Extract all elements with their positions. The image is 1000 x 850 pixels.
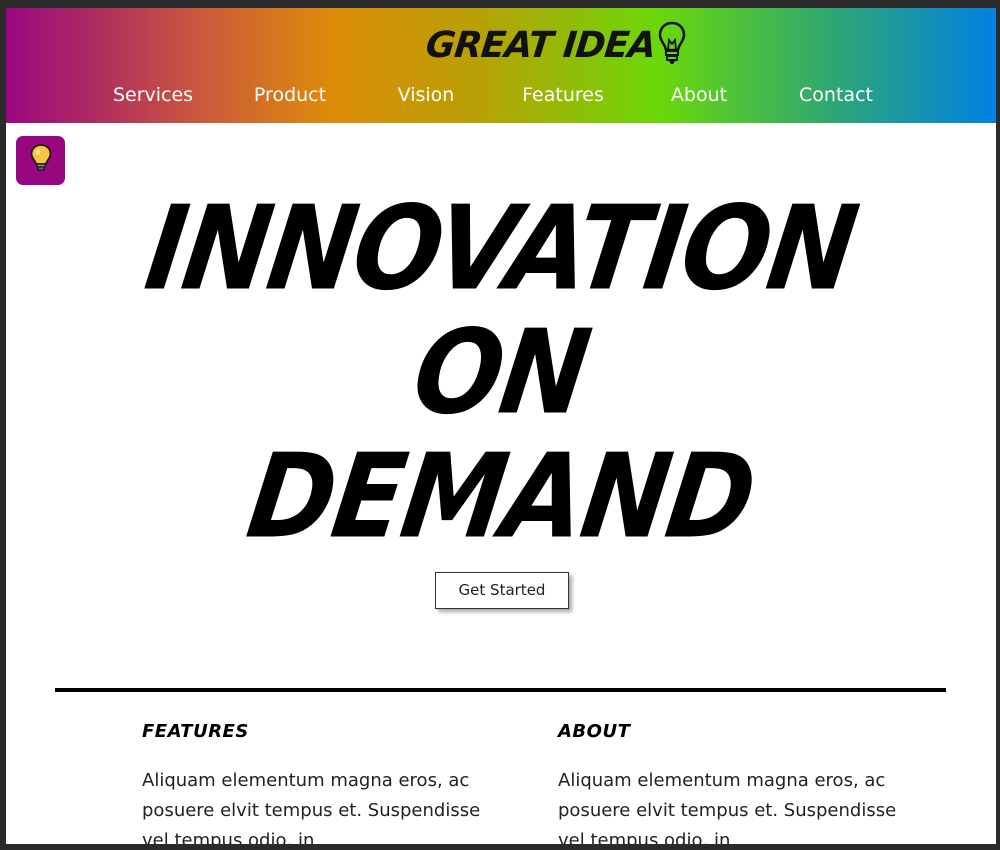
hero-line-2: ON [405, 303, 597, 441]
header: GREAT IDEA Services Product Vision Featu… [6, 8, 996, 123]
features-column: FEATURES Aliquam elementum magna eros, a… [142, 721, 482, 844]
page-frame: GREAT IDEA Services Product Vision Featu… [6, 8, 996, 844]
nav-about[interactable]: About [671, 80, 727, 110]
hero-line-1: INNOVATION [138, 179, 864, 317]
logo-text: GREAT IDEA [423, 24, 658, 66]
about-column: ABOUT Aliquam elementum magna eros, ac p… [558, 721, 898, 844]
about-title: ABOUT [558, 721, 631, 742]
nav-contact[interactable]: Contact [799, 80, 873, 110]
about-body: Aliquam elementum magna eros, ac posuere… [558, 770, 897, 844]
nav-services[interactable]: Services [113, 80, 193, 110]
hero-line-3: DEMAND [240, 427, 762, 565]
nav-product[interactable]: Product [254, 80, 326, 110]
get-started-button[interactable]: Get Started [435, 572, 569, 609]
features-title: FEATURES [142, 721, 249, 742]
logo[interactable]: GREAT IDEA [423, 20, 687, 71]
nav-vision[interactable]: Vision [398, 80, 455, 110]
section-divider [55, 688, 946, 692]
features-body: Aliquam elementum magna eros, ac posuere… [142, 770, 481, 844]
lightbulb-icon [30, 144, 52, 177]
main-nav: Services Product Vision Features About C… [6, 80, 996, 110]
hero-heading: INNOVATION ON DEMAND [6, 180, 996, 565]
nav-features[interactable]: Features [522, 80, 604, 110]
lightbulb-icon [657, 20, 687, 71]
